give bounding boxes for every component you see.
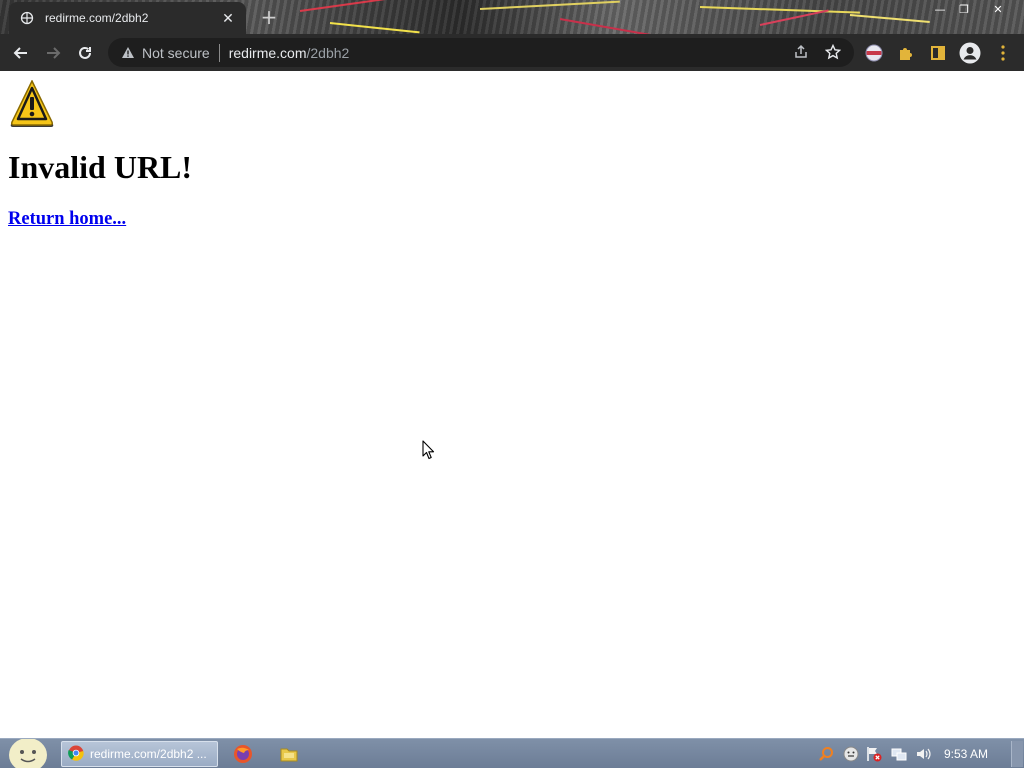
taskbar: redirme.com/2dbh2 ... 9:53 AM (0, 738, 1024, 768)
page-content: Invalid URL! Return home... (0, 71, 1024, 738)
kebab-menu-icon[interactable] (990, 40, 1016, 66)
taskbar-item-label: redirme.com/2dbh2 ... (90, 747, 207, 761)
reload-icon[interactable] (72, 40, 98, 66)
firefox-icon[interactable] (233, 744, 253, 764)
side-panel-icon[interactable] (925, 40, 951, 66)
browser-tab[interactable]: redirme.com/2dbh2 ✕ (9, 2, 246, 34)
address-bar[interactable]: Not secure redirme.com/2dbh2 (108, 38, 854, 67)
account-avatar-icon[interactable] (957, 40, 983, 66)
security-status[interactable]: Not secure (142, 45, 210, 61)
volume-speaker-icon[interactable] (915, 746, 931, 762)
tab-strip: redirme.com/2dbh2 ✕ + — ❐ ✕ (0, 0, 1024, 34)
network-icon[interactable] (891, 746, 907, 762)
extensions-puzzle-icon[interactable] (893, 40, 919, 66)
browser-toolbar: Not secure redirme.com/2dbh2 (0, 34, 1024, 71)
back-arrow-icon[interactable] (8, 40, 34, 66)
search-magnifier-icon[interactable] (818, 746, 834, 762)
mouse-cursor-icon (422, 440, 435, 460)
warning-triangle-icon[interactable] (120, 45, 136, 61)
star-bookmark-icon[interactable] (824, 43, 842, 63)
warning-sign-icon (10, 80, 54, 127)
taskbar-item-chrome[interactable]: redirme.com/2dbh2 ... (61, 741, 218, 767)
new-tab-button[interactable]: + (258, 6, 280, 28)
url-host[interactable]: redirme.com (229, 45, 307, 61)
folder-icon[interactable] (279, 744, 299, 764)
action-center-flag-icon[interactable] (866, 746, 882, 762)
messenger-smiley-icon[interactable] (843, 746, 859, 762)
share-icon[interactable] (793, 44, 809, 63)
chrome-icon (68, 745, 84, 764)
url-path[interactable]: /2dbh2 (307, 45, 350, 61)
forward-arrow-icon[interactable] (40, 40, 66, 66)
page-title: Invalid URL! (8, 149, 193, 185)
profile-flag-icon[interactable] (861, 40, 887, 66)
omnibox-divider (218, 43, 220, 62)
taskbar-clock[interactable]: 9:53 AM (944, 747, 988, 761)
minimize-icon[interactable]: — (929, 0, 951, 18)
return-home-link[interactable]: Return home... (8, 209, 126, 230)
show-desktop-button[interactable] (1011, 741, 1023, 767)
maximize-icon[interactable]: ❐ (953, 0, 975, 18)
start-button[interactable] (8, 738, 48, 768)
tab-title: redirme.com/2dbh2 (45, 11, 149, 25)
globe-icon (19, 10, 35, 26)
tab-close-icon[interactable]: ✕ (220, 10, 236, 26)
window-close-icon[interactable]: ✕ (987, 0, 1009, 18)
